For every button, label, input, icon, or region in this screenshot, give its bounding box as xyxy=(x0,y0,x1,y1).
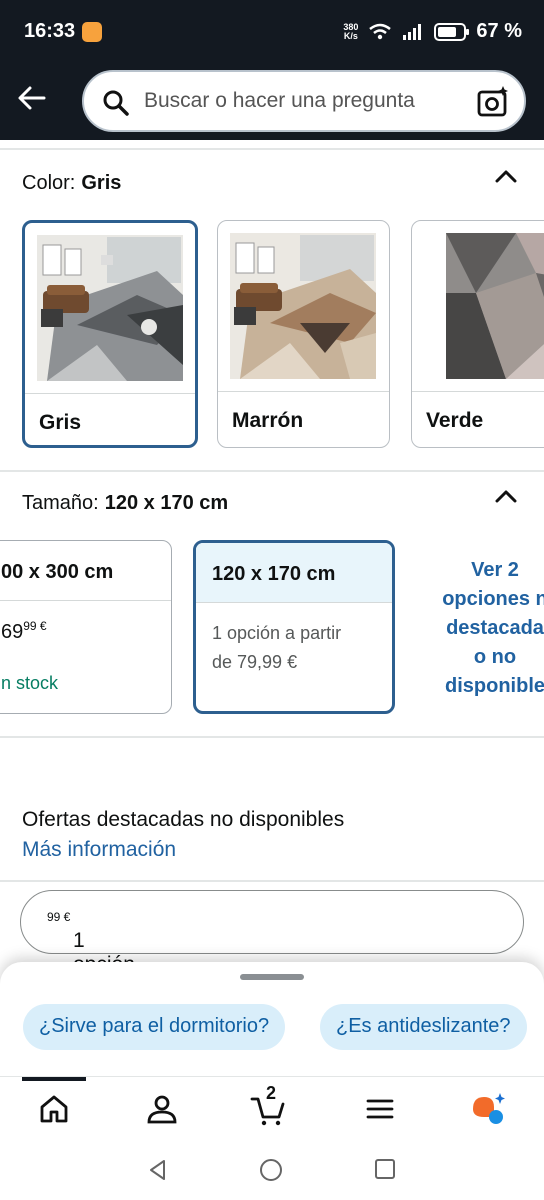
rufus-assistant-icon[interactable] xyxy=(470,1091,506,1127)
system-back-icon[interactable] xyxy=(146,1158,170,1182)
app-header: Buscar o hacer una pregunta xyxy=(0,64,544,140)
system-home-icon[interactable] xyxy=(259,1158,283,1182)
color-option-verde[interactable]: Verde xyxy=(411,220,544,448)
size-option-120x170[interactable]: 120 x 170 cm 1 opción a partir de 79,99 … xyxy=(193,540,395,714)
home-icon[interactable] xyxy=(36,1091,72,1127)
more-options-link[interactable]: Ver 2 opciones n destacada o no disponib… xyxy=(420,556,544,701)
status-time: 16:33 xyxy=(24,20,76,42)
size-option-label: 00 x 300 cm xyxy=(1,561,114,583)
divider xyxy=(0,736,544,738)
suggestions-sheet: ¿Sirve para el dormitorio? ¿Es antidesli… xyxy=(0,962,544,1076)
camera-search-icon[interactable] xyxy=(476,85,510,119)
size-selected: 120 x 170 cm xyxy=(104,492,229,514)
signal-icon xyxy=(403,23,422,40)
account-icon[interactable] xyxy=(144,1091,180,1127)
search-placeholder: Buscar o hacer una pregunta xyxy=(144,89,415,112)
search-icon xyxy=(103,90,129,116)
size-option-price: 6999 € xyxy=(1,619,47,643)
rug-image-gris xyxy=(37,235,183,381)
back-arrow-icon[interactable] xyxy=(14,80,50,116)
rug-image-marron xyxy=(230,233,376,379)
bottom-nav: 2 xyxy=(0,1076,544,1140)
more-info-link[interactable]: Más información xyxy=(22,838,176,862)
color-option-marron[interactable]: Marrón xyxy=(217,220,390,448)
color-option-gris[interactable]: Gris xyxy=(22,220,198,448)
menu-icon[interactable] xyxy=(362,1091,398,1127)
active-tab-indicator xyxy=(22,1077,86,1081)
buying-options-button[interactable]: 1 opción a partir de 7999 € xyxy=(20,890,524,1048)
system-recents-icon[interactable] xyxy=(374,1158,396,1180)
suggestion-chip[interactable]: ¿Es antideslizante? xyxy=(320,1004,527,1050)
chevron-up-icon[interactable] xyxy=(494,168,518,184)
divider xyxy=(0,470,544,472)
net-speed: 380 K/s xyxy=(343,21,359,41)
divider xyxy=(0,880,544,882)
cart-count: 2 xyxy=(266,1083,277,1103)
offers-title: Ofertas destacadas no disponibles xyxy=(22,808,345,831)
suggestion-chip[interactable]: ¿Sirve para el dormitorio? xyxy=(23,1004,286,1050)
sheet-drag-handle[interactable] xyxy=(240,974,304,980)
color-selected: Gris xyxy=(81,172,122,194)
stock-status: n stock xyxy=(1,673,59,693)
notification-app-icon xyxy=(82,22,102,42)
search-input[interactable]: Buscar o hacer una pregunta xyxy=(82,70,526,132)
battery-icon xyxy=(434,22,470,41)
size-option-availability: 1 opción a partir de 79,99 € xyxy=(212,623,342,672)
size-option-label: 120 x 170 cm xyxy=(212,563,336,585)
status-indicators: 380 K/s 67 % xyxy=(343,20,522,43)
divider xyxy=(0,148,544,150)
battery-percent: 67 % xyxy=(476,20,522,42)
color-option-label: Gris xyxy=(39,411,82,434)
color-option-label: Marrón xyxy=(232,409,304,432)
wifi-icon xyxy=(369,23,392,39)
chevron-up-icon[interactable] xyxy=(494,488,518,504)
size-option-200x300[interactable]: 00 x 300 cm 6999 € n stock xyxy=(0,540,172,714)
system-navigation xyxy=(0,1140,544,1200)
status-bar: 16:33 380 K/s 67 % xyxy=(0,0,544,64)
color-option-label: Verde xyxy=(426,409,484,432)
color-label: Color: Gris xyxy=(22,172,122,194)
size-label: Tamaño: 120 x 170 cm xyxy=(22,492,229,514)
rug-image-verde xyxy=(446,233,544,379)
